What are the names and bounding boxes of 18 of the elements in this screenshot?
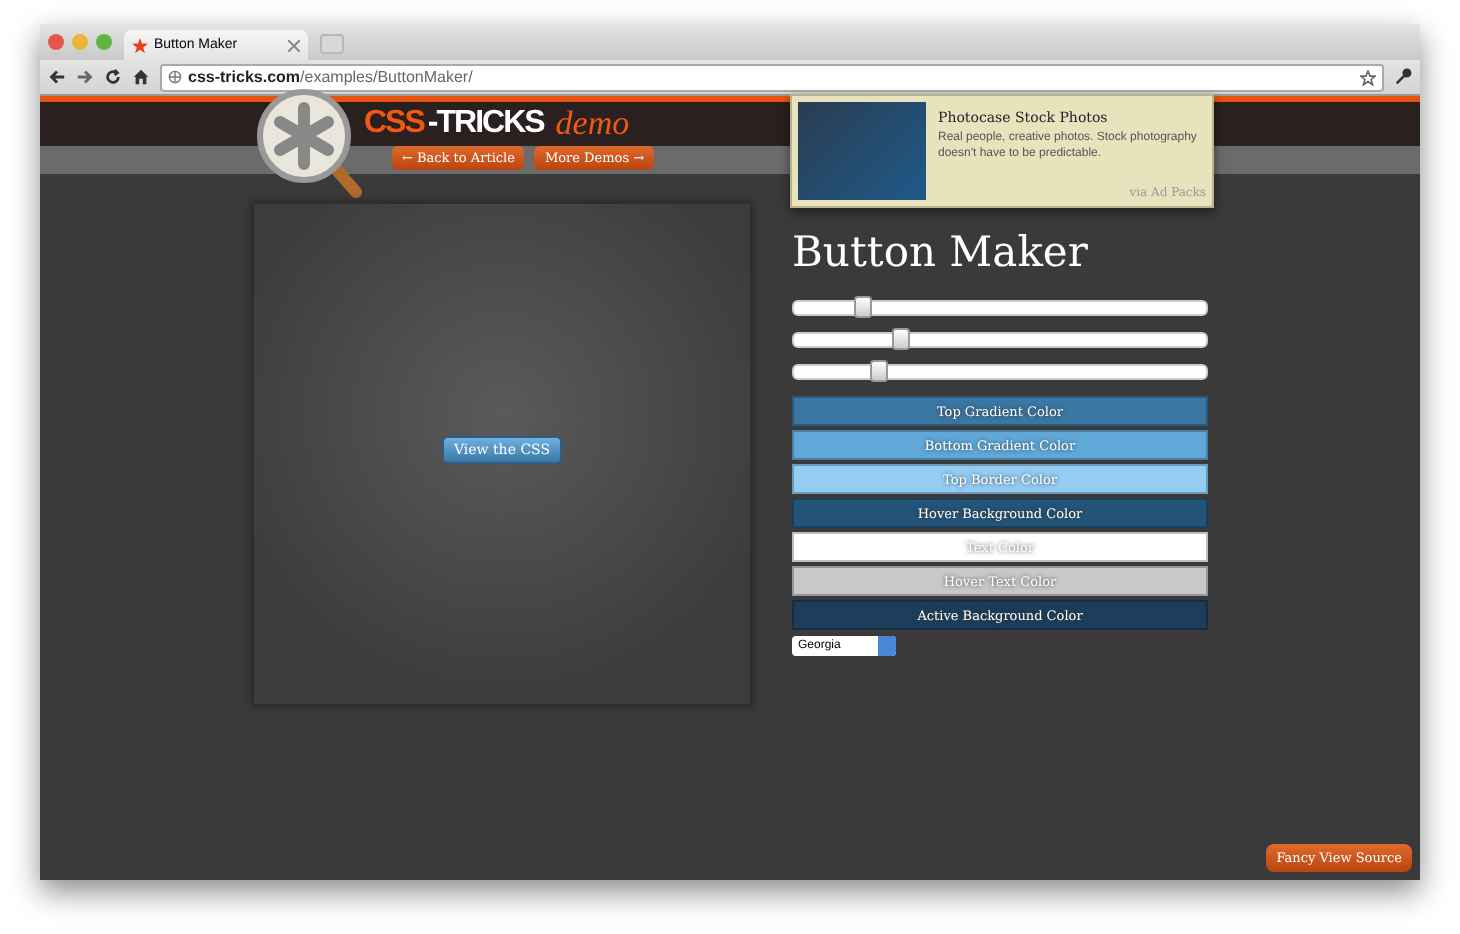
home-icon[interactable] xyxy=(132,68,150,86)
star-icon xyxy=(132,37,148,53)
slider[interactable] xyxy=(792,364,1208,380)
slider-thumb[interactable] xyxy=(854,296,873,318)
slider[interactable] xyxy=(792,300,1208,316)
star-icon[interactable] xyxy=(1360,69,1376,85)
close-window-button[interactable] xyxy=(48,34,64,50)
close-tab-icon[interactable] xyxy=(288,39,300,51)
slider-thumb[interactable] xyxy=(891,328,910,350)
forward-icon[interactable] xyxy=(76,68,94,86)
back-icon[interactable] xyxy=(48,68,66,86)
photo-placeholder xyxy=(798,102,926,200)
globe-icon xyxy=(168,70,182,84)
slider-thumb[interactable] xyxy=(870,360,889,382)
slider[interactable] xyxy=(792,332,1208,348)
address-bar[interactable]: css-tricks.com/examples/ButtonMaker/ xyxy=(160,63,1384,91)
page-title: Button Maker xyxy=(792,226,1090,278)
reload-icon[interactable] xyxy=(104,68,122,86)
